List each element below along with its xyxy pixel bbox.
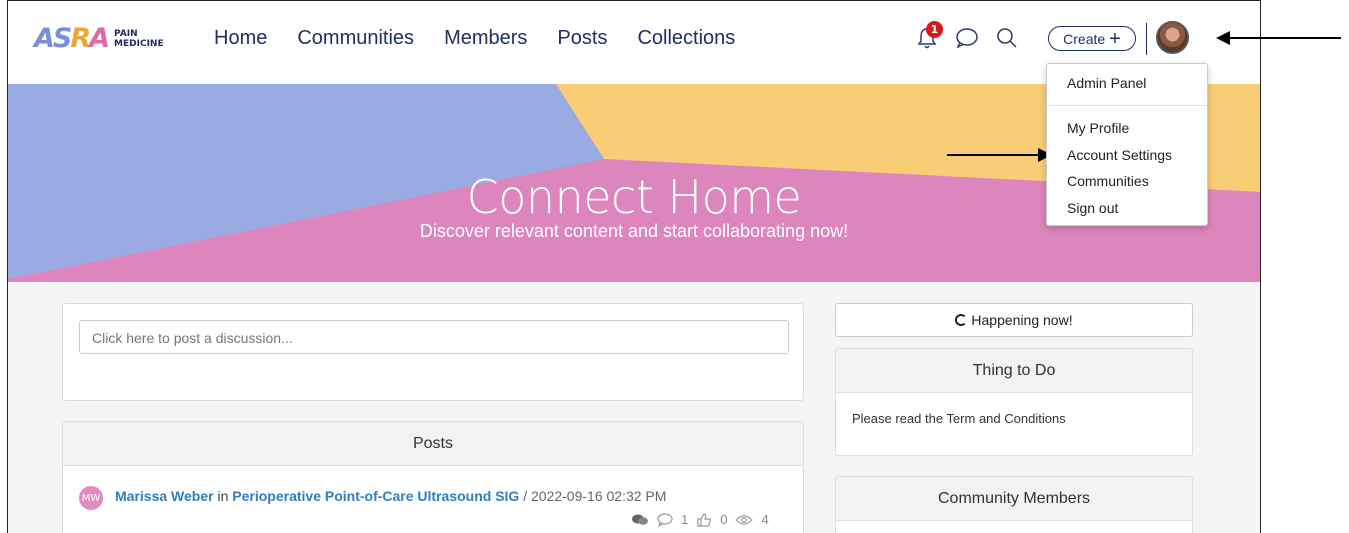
arrowhead-left-icon: [1216, 31, 1230, 45]
spinner-icon: [955, 314, 968, 326]
discussion-icon: [632, 514, 648, 525]
browser-page: ASRA PAIN MEDICINE Home Communities Memb…: [7, 0, 1261, 533]
nav-home[interactable]: Home: [214, 27, 267, 50]
post-community-link[interactable]: Perioperative Point-of-Care Ultrasound S…: [232, 488, 519, 504]
like-icon[interactable]: [696, 512, 712, 527]
post-author-link[interactable]: Marissa Weber: [115, 488, 214, 504]
menu-my-profile[interactable]: My Profile: [1067, 120, 1129, 136]
community-members-card: Community Members: [835, 476, 1193, 533]
view-icon: [735, 514, 754, 525]
posts-card: Posts MW Marissa Weber in Perioperative …: [62, 421, 804, 533]
annotation-arrow-account-settings: [947, 148, 1052, 162]
things-to-do-heading: Thing to Do: [836, 349, 1192, 393]
menu-account-settings[interactable]: Account Settings: [1067, 147, 1172, 163]
create-button[interactable]: Create +: [1048, 26, 1136, 51]
asra-logo[interactable]: ASRA PAIN MEDICINE: [34, 23, 164, 54]
things-to-do-card: Thing to Do Please read the Term and Con…: [835, 348, 1193, 456]
nav-members[interactable]: Members: [444, 27, 527, 50]
account-dropdown-menu: Admin Panel My Profile Account Settings …: [1046, 63, 1208, 226]
annotation-arrow-avatar: [1216, 31, 1341, 45]
terms-reminder[interactable]: Please read the Term and Conditions: [852, 411, 1066, 426]
posts-heading: Posts: [63, 422, 803, 466]
post-meta: Marissa Weber in Perioperative Point-of-…: [115, 488, 667, 504]
community-members-heading: Community Members: [836, 477, 1192, 521]
plus-icon: +: [1109, 27, 1121, 50]
user-avatar[interactable]: [1156, 21, 1189, 54]
post-composer-card: Click here to post a discussion...: [62, 303, 804, 401]
post-discussion-input[interactable]: Click here to post a discussion...: [79, 320, 789, 354]
menu-admin-panel[interactable]: Admin Panel: [1067, 75, 1146, 91]
search-icon[interactable]: [994, 23, 1020, 53]
post-date: / 2022-09-16 02:32 PM: [523, 488, 667, 504]
comment-icon[interactable]: [657, 512, 673, 527]
happening-now-button[interactable]: Happening now!: [835, 303, 1193, 337]
view-count: 4: [761, 512, 769, 527]
nav-collections[interactable]: Collections: [637, 27, 735, 50]
logo-wordmark: ASRA: [34, 23, 110, 54]
menu-communities[interactable]: Communities: [1067, 173, 1149, 189]
notification-badge: 1: [926, 21, 943, 38]
header-divider: [1146, 23, 1147, 55]
chat-icon[interactable]: [954, 23, 980, 53]
header-icons: 1: [914, 21, 1034, 53]
like-count: 0: [720, 512, 728, 527]
menu-divider: [1047, 105, 1207, 106]
avatar[interactable]: MW: [79, 486, 103, 510]
comment-count: 1: [681, 512, 689, 527]
logo-subtitle: PAIN MEDICINE: [114, 28, 164, 49]
bell-icon[interactable]: 1: [914, 21, 943, 53]
nav-communities[interactable]: Communities: [297, 27, 414, 50]
menu-sign-out[interactable]: Sign out: [1067, 200, 1118, 216]
main-nav: Home Communities Members Posts Collectio…: [214, 27, 735, 50]
post-stats: 1 0 4: [631, 512, 769, 527]
nav-posts[interactable]: Posts: [557, 27, 607, 50]
